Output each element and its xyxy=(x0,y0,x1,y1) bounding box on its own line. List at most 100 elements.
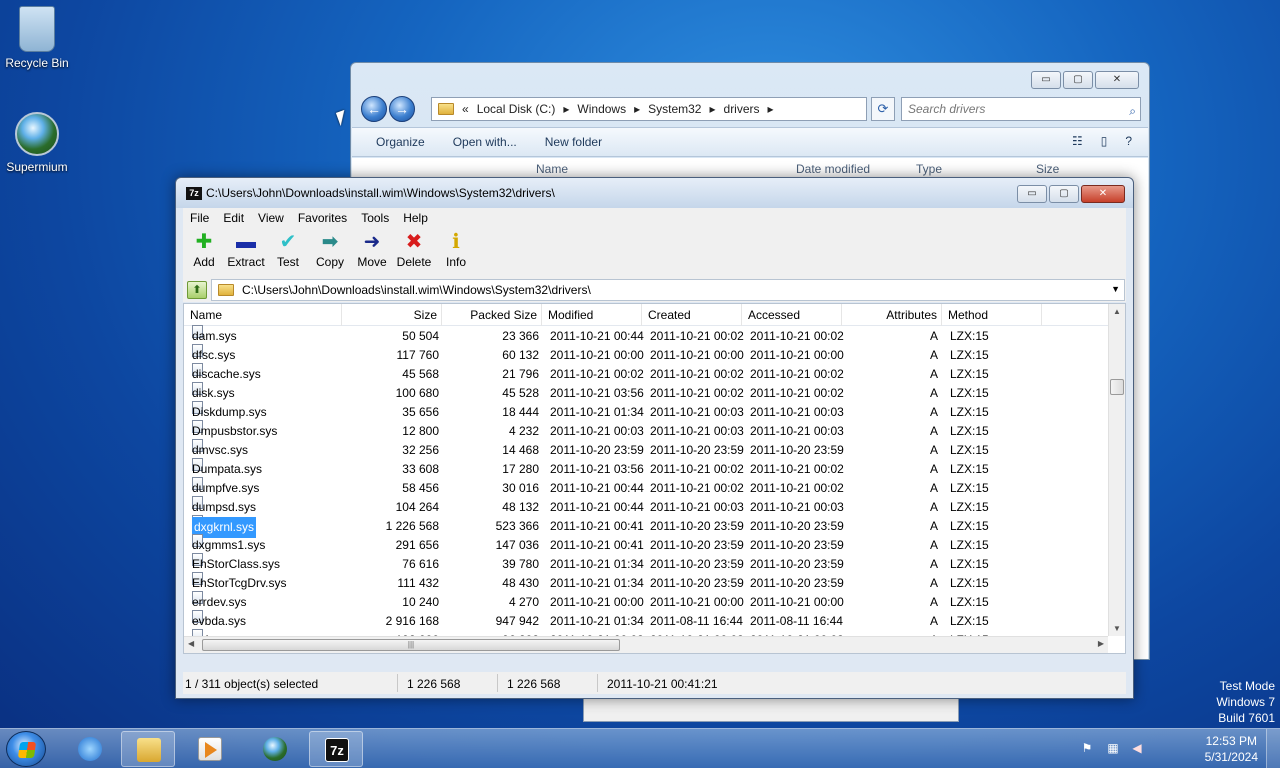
taskbar-7zip[interactable]: 7z xyxy=(309,731,363,767)
column-header-packed-size[interactable]: Packed Size xyxy=(442,304,542,326)
7zip-window[interactable]: 7z C:\Users\John\Downloads\install.wim\W… xyxy=(175,177,1134,699)
maximize-button[interactable]: ▢ xyxy=(1063,71,1093,89)
column-header-size[interactable]: Size xyxy=(342,304,442,326)
cell-size: 12 800 xyxy=(402,424,439,438)
table-row[interactable]: dxgmms1.sys 291 656 147 036 2011-10-21 00:4… xyxy=(184,534,1108,555)
delete-button[interactable]: ✖ Delete xyxy=(393,228,435,278)
address-combobox[interactable]: C:\Users\John\Downloads\install.wim\Wind… xyxy=(211,279,1125,301)
minimize-button[interactable]: ▭ xyxy=(1017,185,1047,203)
breadcrumb-item[interactable]: Windows xyxy=(577,102,626,116)
cell-method: LZX:15 xyxy=(950,424,989,438)
desktop-icon-recycle-bin[interactable]: Recycle Bin xyxy=(0,6,74,70)
table-row[interactable]: EhStorTcgDrv.sys 111 432 48 430 2011-10-21 … xyxy=(184,572,1108,593)
table-row[interactable]: disk.sys 100 680 45 528 2011-10-21 03:56 201… xyxy=(184,382,1108,403)
column-header-type[interactable]: Type xyxy=(896,158,1016,179)
new-folder-button[interactable]: New folder xyxy=(545,135,602,149)
column-header-method[interactable]: Method xyxy=(942,304,1042,326)
horizontal-scrollbar[interactable]: ◀ ||| ▶ xyxy=(184,636,1108,653)
menu-tools[interactable]: Tools xyxy=(354,208,396,228)
action-center-flag-icon[interactable]: ⚑ xyxy=(1080,741,1094,755)
copy-button[interactable]: ➡ Copy xyxy=(309,228,351,278)
table-row[interactable]: dmvsc.sys 32 256 14 468 2011-10-20 23:59 201… xyxy=(184,439,1108,460)
cell-packed-size: 523 366 xyxy=(495,519,539,533)
back-button[interactable]: ← xyxy=(361,96,387,122)
desktop-icon-supermium[interactable]: Supermium xyxy=(0,112,74,174)
scroll-thumb[interactable] xyxy=(1110,379,1124,395)
network-icon[interactable]: ▦ xyxy=(1106,741,1120,755)
menu-view[interactable]: View xyxy=(251,208,291,228)
preview-pane-icon[interactable]: ▯ xyxy=(1101,134,1108,148)
scroll-right-icon[interactable]: ▶ xyxy=(1098,639,1104,648)
table-row[interactable]: errdev.sys 10 240 4 270 2011-10-21 00:00 201… xyxy=(184,591,1108,612)
menu-file[interactable]: File xyxy=(183,208,216,228)
address-text[interactable]: C:\Users\John\Downloads\install.wim\Wind… xyxy=(242,283,591,297)
menu-favorites[interactable]: Favorites xyxy=(291,208,354,228)
menu-help[interactable]: Help xyxy=(396,208,435,228)
file-list[interactable]: Name Size Packed Size Modified Created A… xyxy=(183,303,1126,654)
table-row[interactable]: evbda.sys 2 916 168 947 942 2011-10-21 01:3… xyxy=(184,610,1108,631)
cell-size: 100 680 xyxy=(395,386,439,400)
table-row[interactable]: dumpsd.sys 104 264 48 132 2011-10-21 00:44 2… xyxy=(184,496,1108,517)
7zip-title-bar[interactable]: 7z C:\Users\John\Downloads\install.wim\W… xyxy=(176,178,1133,208)
column-header-name[interactable]: Name xyxy=(516,158,776,179)
search-input[interactable]: Search drivers ⌕ xyxy=(901,97,1141,121)
help-icon[interactable]: ? xyxy=(1125,134,1132,148)
taskbar-internet-explorer[interactable] xyxy=(63,731,117,767)
test-button[interactable]: ✔ Test xyxy=(267,228,309,278)
table-row[interactable]: dfsc.sys 117 760 60 132 2011-10-21 00:00 201… xyxy=(184,344,1108,365)
scroll-up-icon[interactable]: ▲ xyxy=(1113,307,1121,316)
table-row[interactable]: Diskdump.sys 35 656 18 444 2011-10-21 01:34… xyxy=(184,401,1108,422)
cell-created: 2011-10-21 00:02 xyxy=(650,462,744,476)
minimize-button[interactable]: ▭ xyxy=(1031,71,1061,89)
column-header-attributes[interactable]: Attributes xyxy=(842,304,942,326)
extract-button[interactable]: ▬ Extract xyxy=(225,228,267,278)
folder-up-button[interactable]: ⬆ xyxy=(187,281,207,299)
column-header-modified[interactable]: Modified xyxy=(542,304,642,326)
chevron-down-icon[interactable]: ▼ xyxy=(1111,284,1120,294)
cell-packed-size: 18 444 xyxy=(502,405,539,419)
maximize-button[interactable]: ▢ xyxy=(1049,185,1079,203)
close-button[interactable]: ✕ xyxy=(1081,185,1125,203)
column-header-created[interactable]: Created xyxy=(642,304,742,326)
table-row[interactable]: dam.sys 50 504 23 366 2011-10-21 00:44 2011-… xyxy=(184,325,1108,346)
table-row[interactable]: EhStorClass.sys 76 616 39 780 2011-10-21 01… xyxy=(184,553,1108,574)
scroll-down-icon[interactable]: ▼ xyxy=(1113,624,1121,633)
start-button[interactable] xyxy=(6,731,46,767)
view-options-icon[interactable]: ☷ xyxy=(1072,134,1083,148)
close-button[interactable]: ✕ xyxy=(1095,71,1139,89)
explorer-address-bar[interactable]: « Local Disk (C:) ▸ Windows ▸ System32 ▸ dr… xyxy=(431,97,867,121)
explorer-command-bar: Organize Open with... New folder ☷ ▯ ? xyxy=(352,127,1148,157)
move-button[interactable]: ➜ Move xyxy=(351,228,393,278)
taskbar-windows-explorer[interactable] xyxy=(121,731,175,767)
forward-button[interactable]: → xyxy=(389,96,415,122)
info-button[interactable]: ℹ Info xyxy=(435,228,477,278)
volume-muted-icon[interactable]: ◀ xyxy=(1130,741,1144,755)
table-row[interactable]: dumpfve.sys 58 456 30 016 2011-10-21 00:44 2… xyxy=(184,477,1108,498)
cell-modified: 2011-10-21 01:34 xyxy=(550,614,644,628)
column-header-size[interactable]: Size xyxy=(1016,158,1096,179)
breadcrumb-item[interactable]: Local Disk (C:) xyxy=(477,102,556,116)
open-with-button[interactable]: Open with... xyxy=(453,135,517,149)
refresh-button[interactable]: ⟳ xyxy=(871,97,895,121)
organize-button[interactable]: Organize xyxy=(376,135,425,149)
column-header-accessed[interactable]: Accessed xyxy=(742,304,842,326)
breadcrumb-item[interactable]: System32 xyxy=(648,102,701,116)
table-row[interactable]: Dmpusbstor.sys 12 800 4 232 2011-10-21 00:0… xyxy=(184,420,1108,441)
column-header-name[interactable]: Name xyxy=(184,304,342,326)
table-row[interactable]: Dumpata.sys 33 608 17 280 2011-10-21 03:56 2… xyxy=(184,458,1108,479)
clock[interactable]: 12:53 PM 5/31/2024 xyxy=(1205,733,1258,765)
column-header-date-modified[interactable]: Date modified xyxy=(776,158,896,179)
vertical-scrollbar[interactable]: ▲ ▼ xyxy=(1108,304,1125,636)
scroll-thumb[interactable]: ||| xyxy=(202,639,620,651)
add-button[interactable]: ✚ Add xyxy=(183,228,225,278)
table-row[interactable]: discache.sys 45 568 21 796 2011-10-21 00:02… xyxy=(184,363,1108,384)
table-row[interactable]: dxgkrnl.sys 1 226 568 523 366 2011-10-21 00… xyxy=(184,515,1108,538)
show-desktop-button[interactable] xyxy=(1266,729,1280,768)
breadcrumb-item[interactable]: drivers xyxy=(724,102,760,116)
menu-edit[interactable]: Edit xyxy=(216,208,251,228)
taskbar-media-player[interactable] xyxy=(183,731,237,767)
taskbar-supermium[interactable] xyxy=(248,731,302,767)
breadcrumb-overflow[interactable]: « xyxy=(462,102,469,116)
scroll-left-icon[interactable]: ◀ xyxy=(188,639,194,648)
plus-icon: ✚ xyxy=(195,231,213,253)
